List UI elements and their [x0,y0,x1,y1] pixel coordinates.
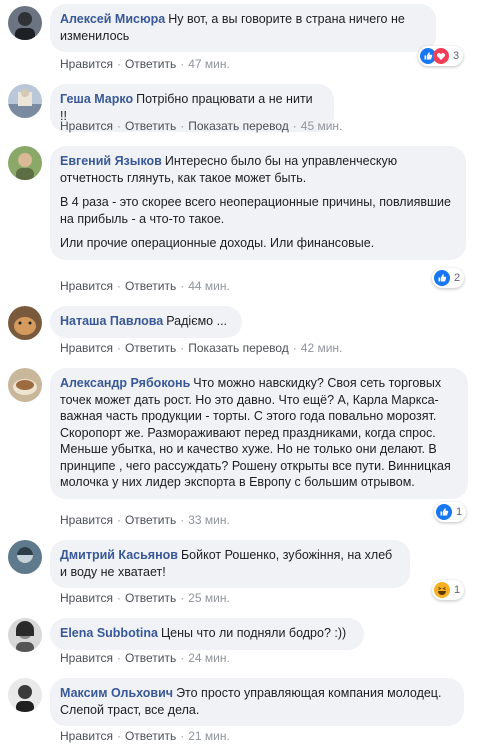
comment-actions: Нравится · Ответить · Показать перевод · 45 ми… [60,119,343,133]
reaction-count: 1 [456,506,463,518]
author-name[interactable]: Александр Рябоконь [60,376,190,390]
like-link[interactable]: Нравится [60,341,113,355]
reply-link[interactable]: Ответить [125,591,176,605]
reactions-badge[interactable]: 1 [432,580,465,600]
love-icon [433,48,449,64]
comment-actions: Нравится · Ответить · 44 мин. [60,279,230,293]
author-name[interactable]: Наташа Павлова [60,314,163,328]
comment-bubble: Максим Ольхович Это просто управляющая ко… [50,678,464,726]
timestamp[interactable]: 44 мин. [188,279,230,293]
reactions-badge[interactable]: 2 [432,268,465,288]
comment-bubble: Алексей Мисюра Ну вот, а вы говорите в ст… [50,4,436,52]
reaction-count: 3 [453,50,460,62]
comment-actions: Нравится · Ответить · Показать перевод · 42 ми… [60,341,343,355]
comment-actions: Нравится · Ответить · 47 мин. [60,57,230,71]
comment-bubble: Евгений Языков Интересно было бы на управ… [50,146,466,260]
show-translation-link[interactable]: Показать перевод [188,341,289,355]
reaction-count: 2 [454,272,461,284]
haha-icon [434,582,450,598]
reply-link[interactable]: Ответить [125,651,176,665]
reply-link[interactable]: Ответить [125,341,176,355]
comment-bubble: Дмитрий Касьянов Бойкот Рошенко, зубожінн… [50,540,410,588]
author-name[interactable]: Евгений Языков [60,154,162,168]
timestamp[interactable]: 25 мин. [188,591,230,605]
avatar[interactable] [8,84,42,118]
timestamp[interactable]: 45 мин. [301,119,343,133]
show-translation-link[interactable]: Показать перевод [188,119,289,133]
comment-bubble: Elena Subbotina Цены что ли подняли бодро… [50,618,364,650]
avatar[interactable] [8,678,42,712]
like-link[interactable]: Нравится [60,57,113,71]
timestamp[interactable]: 24 мин. [188,651,230,665]
comment-actions: Нравится · Ответить · 33 мин. [60,513,230,527]
author-name[interactable]: Максим Ольхович [60,686,173,700]
reply-link[interactable]: Ответить [125,279,176,293]
avatar[interactable] [8,368,42,402]
author-name[interactable]: Геша Марко [60,92,133,106]
comment-bubble: Наташа Павлова Радіємо ... [50,306,242,338]
timestamp[interactable]: 47 мин. [188,57,230,71]
reply-link[interactable]: Ответить [125,513,176,527]
reply-link[interactable]: Ответить [125,119,176,133]
like-link[interactable]: Нравится [60,513,113,527]
like-link[interactable]: Нравится [60,591,113,605]
comment-actions: Нравится · Ответить · 21 мин. [60,729,230,743]
comment-actions: Нравится · Ответить · 24 мин. [60,651,230,665]
like-link[interactable]: Нравится [60,651,113,665]
timestamp[interactable]: 21 мин. [188,729,230,743]
comment-text: Что можно навскидку? Своя сеть торговых … [60,376,451,489]
comment-text: Цены что ли подняли бодро? :)) [160,626,347,640]
timestamp[interactable]: 42 мин. [301,341,343,355]
comment-text: Радіємо ... [166,314,228,328]
avatar[interactable] [8,540,42,574]
like-link[interactable]: Нравится [60,119,113,133]
avatar[interactable] [8,146,42,180]
reply-link[interactable]: Ответить [125,729,176,743]
reply-link[interactable]: Ответить [125,57,176,71]
reactions-badge[interactable]: 1 [434,502,467,522]
comment-text: В 4 раза - это скорее всего неоперационн… [60,195,451,226]
like-link[interactable]: Нравится [60,279,113,293]
like-link[interactable]: Нравится [60,729,113,743]
comment-text: Или прочие операционные доходы. Или фина… [60,236,375,250]
author-name[interactable]: Алексей Мисюра [60,12,165,26]
author-name[interactable]: Elena Subbotina [60,626,158,640]
reactions-badge[interactable]: 3 [418,46,464,66]
avatar[interactable] [8,306,42,340]
avatar[interactable] [8,618,42,652]
comment-actions: Нравится · Ответить · 25 мин. [60,591,230,605]
timestamp[interactable]: 33 мин. [188,513,230,527]
reaction-count: 1 [454,584,461,596]
avatar[interactable] [8,6,42,40]
like-icon [436,504,452,520]
like-icon [434,270,450,286]
author-name[interactable]: Дмитрий Касьянов [60,548,178,562]
comment-bubble: Александр Рябоконь Что можно навскидку? С… [50,368,468,499]
